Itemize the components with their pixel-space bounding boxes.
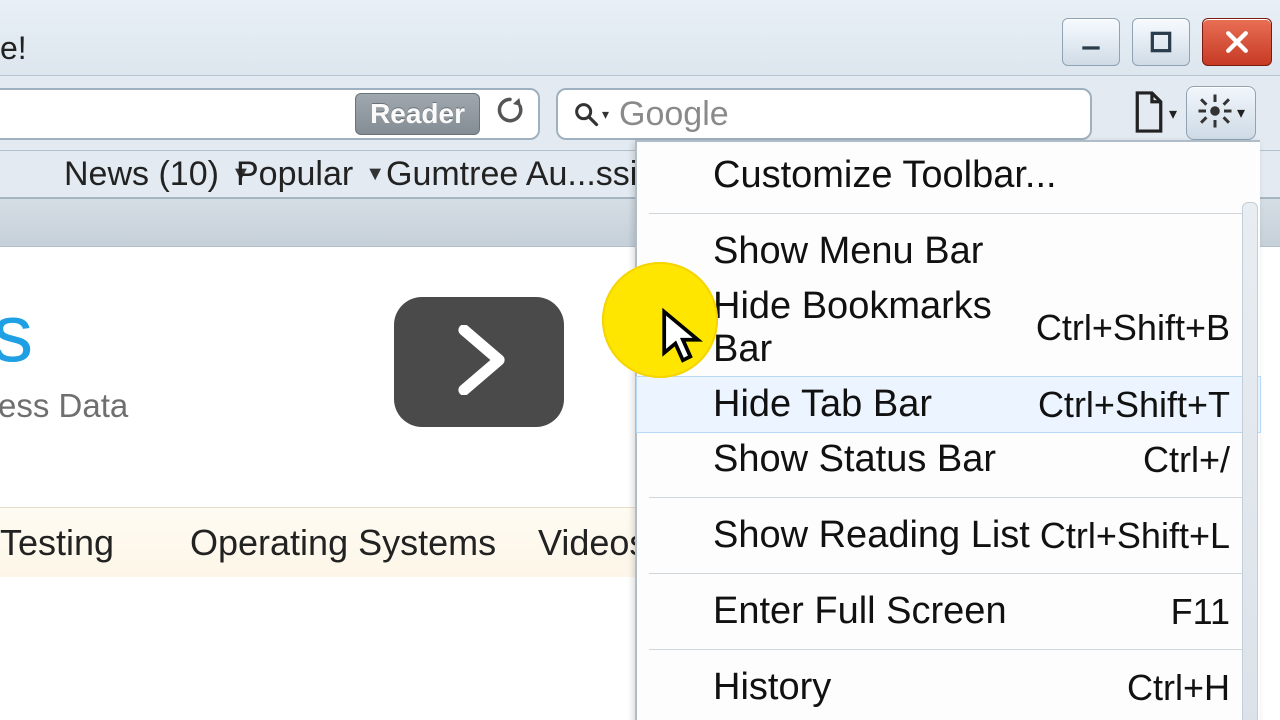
page-subheading: ess Data bbox=[0, 387, 128, 425]
close-button[interactable] bbox=[1202, 18, 1272, 66]
menu-label: Show Menu Bar bbox=[713, 230, 983, 273]
chevron-right-icon bbox=[449, 325, 509, 400]
address-bar[interactable]: Reader bbox=[0, 88, 540, 140]
search-input[interactable]: ▾ Google bbox=[556, 88, 1092, 140]
menu-label: Show Status Bar bbox=[713, 438, 996, 481]
cursor-icon bbox=[658, 308, 704, 369]
menu-item-hide-tab-bar[interactable]: Hide Tab Bar Ctrl+Shift+T bbox=[637, 377, 1260, 432]
menu-separator bbox=[649, 649, 1248, 650]
window-controls bbox=[1062, 18, 1272, 66]
menu-label: Show Reading List bbox=[713, 514, 1030, 557]
reader-button[interactable]: Reader bbox=[355, 93, 480, 135]
menu-separator bbox=[649, 573, 1248, 574]
menu-label: Enter Full Screen bbox=[713, 590, 1007, 633]
reload-icon bbox=[494, 94, 526, 134]
reload-button[interactable] bbox=[492, 96, 528, 132]
menu-label: Hide Tab Bar bbox=[713, 383, 932, 426]
menu-shortcut: Ctrl+Shift+T bbox=[1038, 384, 1230, 426]
settings-menu: Customize Toolbar... Show Menu Bar Hide … bbox=[635, 140, 1260, 720]
menu-separator bbox=[649, 213, 1248, 214]
settings-button[interactable]: ▾ bbox=[1186, 86, 1256, 140]
menu-item-hide-bookmarks-bar[interactable]: Hide Bookmarks Bar Ctrl+Shift+B bbox=[637, 279, 1260, 377]
menu-label: History bbox=[713, 666, 831, 709]
menu-item-show-status-bar[interactable]: Show Status Bar Ctrl+/ bbox=[637, 432, 1260, 487]
gear-icon bbox=[1197, 93, 1233, 134]
menu-item-enter-full-screen[interactable]: Enter Full Screen F11 bbox=[637, 584, 1260, 639]
dropdown-icon: ▾ bbox=[1237, 103, 1245, 123]
next-button[interactable] bbox=[394, 297, 564, 427]
menu-shortcut: Ctrl+Shift+L bbox=[1040, 515, 1230, 557]
bookmark-item[interactable]: a bbox=[0, 155, 19, 194]
search-icon: ▾ bbox=[572, 100, 609, 128]
menu-scrollbar[interactable] bbox=[1242, 202, 1258, 720]
menu-label: Customize Toolbar... bbox=[713, 154, 1057, 197]
window-titlebar: e! bbox=[0, 0, 1280, 76]
menu-item-customize-toolbar[interactable]: Customize Toolbar... bbox=[637, 148, 1260, 203]
menu-separator bbox=[649, 497, 1248, 498]
menu-item-history[interactable]: History Ctrl+H bbox=[637, 660, 1260, 715]
search-placeholder: Google bbox=[619, 95, 729, 134]
menu-shortcut: Ctrl+Shift+B bbox=[1036, 307, 1230, 349]
menu-item-downloads[interactable]: Downloads Ctrl+Alt+L bbox=[637, 715, 1260, 720]
page-menu-button[interactable]: ▾ bbox=[1128, 88, 1180, 140]
menu-item-show-menu-bar[interactable]: Show Menu Bar bbox=[637, 224, 1260, 279]
window-title: e! bbox=[0, 30, 27, 67]
nav-link-os[interactable]: Operating Systems bbox=[190, 522, 496, 564]
page-nav: Testing Operating Systems Videos bbox=[0, 507, 635, 577]
minimize-button[interactable] bbox=[1062, 18, 1120, 66]
menu-item-show-reading-list[interactable]: Show Reading List Ctrl+Shift+L bbox=[637, 508, 1260, 563]
menu-shortcut: F11 bbox=[1171, 591, 1230, 633]
bookmark-label: Popular bbox=[236, 155, 353, 194]
menu-shortcut: Ctrl+/ bbox=[1143, 439, 1230, 481]
page-icon bbox=[1131, 90, 1167, 139]
dropdown-icon: ▾ bbox=[1169, 104, 1177, 124]
bookmark-label: News (10) bbox=[64, 155, 219, 194]
maximize-button[interactable] bbox=[1132, 18, 1190, 66]
menu-shortcut: Ctrl+H bbox=[1127, 667, 1230, 709]
nav-link-testing[interactable]: Testing bbox=[0, 522, 114, 564]
page-heading: rts bbox=[0, 287, 34, 381]
search-engine-dropdown-icon[interactable]: ▾ bbox=[602, 106, 609, 123]
nav-link-videos[interactable]: Videos bbox=[538, 522, 647, 564]
menu-label: Hide Bookmarks Bar bbox=[713, 285, 1036, 371]
page-content: rts ess Data Testing Operating Systems V… bbox=[0, 247, 635, 720]
